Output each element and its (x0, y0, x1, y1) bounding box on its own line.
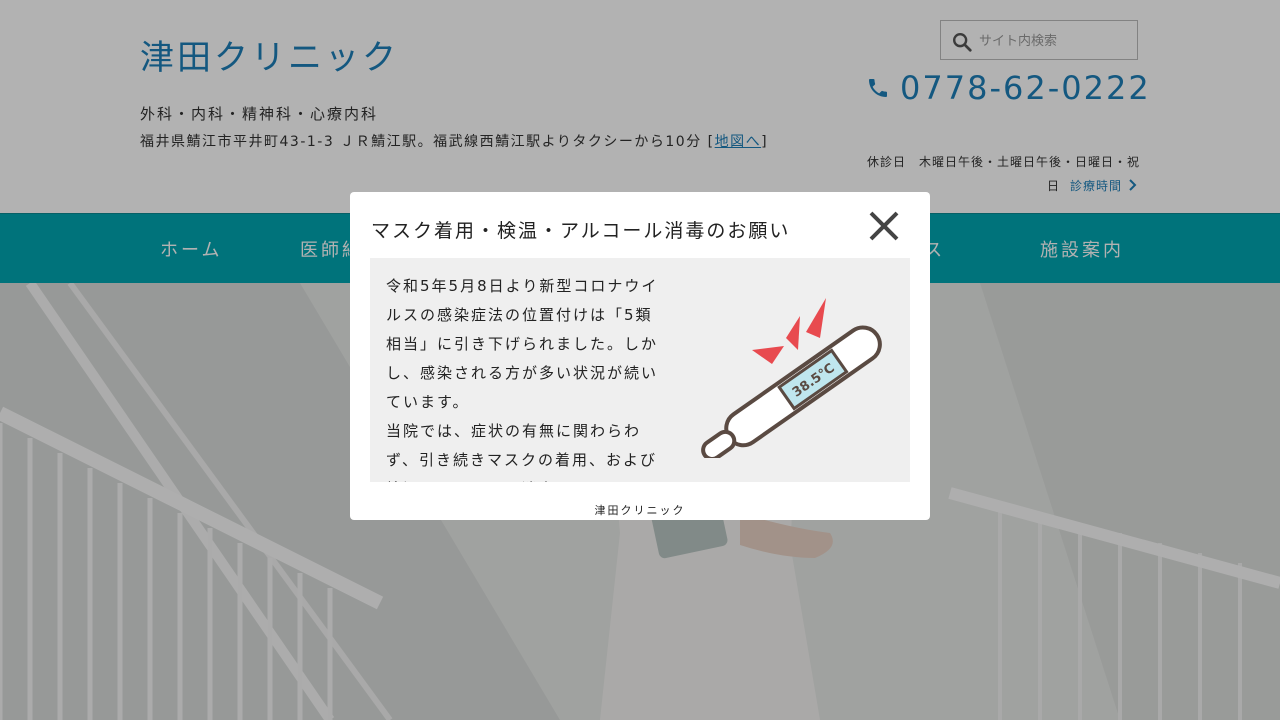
modal-text: 令和5年5月8日より新型コロナウイルスの感染症法の位置付けは「5類相当」に引き下… (386, 272, 662, 482)
modal-footer: 津田クリニック (594, 504, 686, 517)
modal-paragraph: 当院では、症状の有無に関わらわず、引き続きマスクの着用、および検温とアルコール消… (386, 422, 657, 482)
modal-close-button[interactable] (866, 208, 902, 244)
modal-title: マスク着用・検温・アルコール消毒のお願い (371, 220, 791, 242)
notice-modal: マスク着用・検温・アルコール消毒のお願い 令和5年5月8日より新型コロナウイルス… (350, 192, 930, 520)
thermometer-illustration: 38.5℃ (701, 298, 882, 458)
modal-paragraph: 令和5年5月8日より新型コロナウイルスの感染症法の位置付けは「5類相当」に引き下… (386, 277, 659, 411)
close-icon (869, 211, 899, 241)
modal-content[interactable]: 令和5年5月8日より新型コロナウイルスの感染症法の位置付けは「5類相当」に引き下… (370, 258, 910, 482)
